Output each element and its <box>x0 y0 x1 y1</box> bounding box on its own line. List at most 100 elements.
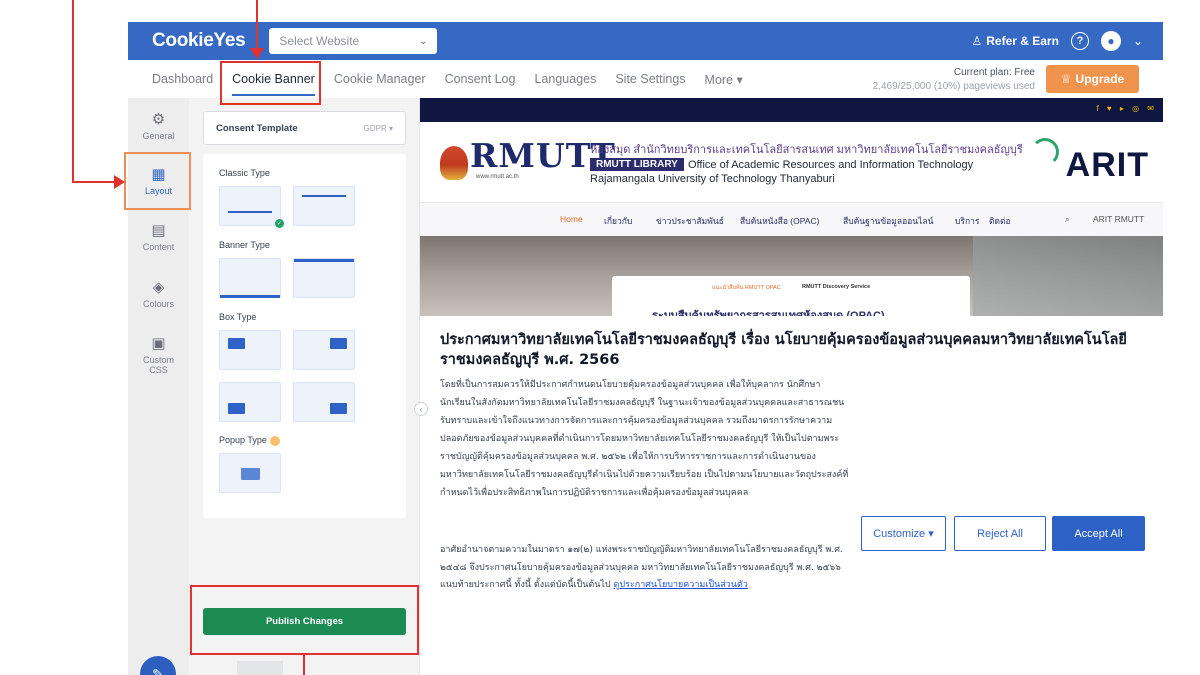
highlight-layout-item <box>124 152 191 210</box>
notice-paragraph-1: โดยที่เป็นการสมควรให้มีประกาศกำหนดนโยบาย… <box>440 380 849 498</box>
pageviews-usage: 2,469/25,000 (10%) pageviews used <box>872 81 1035 92</box>
reject-all-button[interactable]: Reject All <box>954 516 1046 551</box>
accept-all-button[interactable]: Accept All <box>1052 516 1145 551</box>
hero-tab-discovery[interactable]: RMUTT Discovery Service <box>802 284 870 290</box>
top-right-actions: ♙ Refer & Earn ? ● ⌄ <box>971 31 1143 51</box>
box-layout-top-right[interactable] <box>293 330 355 370</box>
rail-content[interactable]: ▤ Content <box>128 221 189 252</box>
privacy-policy-link[interactable]: ดูประกาศนโยบายความเป็นส่วนตัว <box>614 580 748 590</box>
website-preview: f ♥ ▸ ◎ ✉ RMUTT www.rmutt.ac.th ห้องสมุด… <box>420 98 1163 675</box>
layout-bar <box>302 195 346 197</box>
classic-layout-option-2[interactable] <box>293 186 355 226</box>
rail-label-line2: CSS <box>149 365 168 375</box>
crown-icon: ♕ <box>1060 72 1072 86</box>
classic-layout-option-1[interactable]: ✓ <box>219 186 284 228</box>
banner-layout-top[interactable] <box>293 258 355 298</box>
rail-general[interactable]: ⚙ General <box>128 110 189 141</box>
notice-title: ประกาศมหาวิทยาลัยเทคโนโลยีราชมงคลธัญบุรี… <box>440 332 1127 368</box>
site-select[interactable]: Select Website ⌄ <box>269 28 438 54</box>
layout-block <box>228 403 245 414</box>
library-english-line2: Rajamangala University of Technology Tha… <box>590 173 835 185</box>
popup-layout-option[interactable] <box>219 453 281 493</box>
nav-consent-log[interactable]: Consent Log <box>445 60 516 98</box>
library-badge: RMUTT LIBRARY <box>590 158 684 171</box>
user-icon[interactable]: ● <box>1100 31 1121 51</box>
hero-tab-opac[interactable]: แนะนำสืบค้น RMUTT OPAC <box>712 284 781 292</box>
menu-opac[interactable]: สืบค้นหนังสือ (OPAC) <box>740 214 819 228</box>
collapse-panel-icon[interactable]: ‹ <box>414 402 428 416</box>
nav-cookie-manager[interactable]: Cookie Manager <box>334 60 426 98</box>
box-layout-top-left[interactable] <box>219 330 281 370</box>
menu-databases[interactable]: สืบค้นฐานข้อมูลออนไลน์ <box>843 214 933 228</box>
library-english-line1: Office of Academic Resources and Informa… <box>688 159 974 171</box>
upgrade-button[interactable]: ♕ Upgrade <box>1046 65 1139 93</box>
menu-about[interactable]: เกี่ยวกับ <box>604 214 632 228</box>
selected-check-icon: ✓ <box>275 219 284 228</box>
person-icon: ♙ <box>971 34 983 48</box>
site-select-placeholder: Select Website <box>279 34 360 48</box>
annotation-arrow-down <box>250 48 264 59</box>
assistant-icon[interactable]: ✎ <box>140 656 176 675</box>
box-layout-bottom-left[interactable] <box>219 382 281 422</box>
chevron-down-icon[interactable]: ⌄ <box>1133 34 1143 48</box>
refer-earn-link[interactable]: ♙ Refer & Earn <box>971 34 1058 48</box>
css-icon: ▣ <box>151 335 166 352</box>
menu-services[interactable]: บริการ <box>955 214 979 228</box>
hero-search-card: แนะนำสืบค้น RMUTT OPAC RMUTT Discovery S… <box>612 276 970 322</box>
template-value: GDPR ▾ <box>363 123 393 133</box>
rail-custom-css[interactable]: ▣ Custom CSS <box>128 334 189 375</box>
menu-arit[interactable]: ARIT RMUTT <box>1093 214 1144 224</box>
consent-template-select[interactable]: Consent Template GDPR ▾ <box>203 111 406 145</box>
rail-colours[interactable]: ◈ Colours <box>128 278 189 309</box>
current-plan: Current plan: Free <box>953 67 1035 78</box>
wifi-arc-icon <box>1031 138 1059 166</box>
popup-type-text: Popup Type <box>219 435 267 445</box>
layout-block <box>241 468 260 480</box>
top-bar: CookieYes Select Website ⌄ ♙ Refer & Ear… <box>128 22 1163 60</box>
rail-label: General <box>142 131 175 141</box>
box-layout-bottom-right[interactable] <box>293 382 355 422</box>
library-header: RMUTT www.rmutt.ac.th ห้องสมุด สำนักวิทย… <box>420 122 1163 202</box>
plan-info: Current plan: Free 2,469/25,000 (10%) pa… <box>873 66 1035 94</box>
nav-dashboard[interactable]: Dashboard <box>152 60 213 98</box>
rmutt-url: www.rmutt.ac.th <box>476 174 519 180</box>
notice-paragraph-2: อาศัยอำนาจตามความในมาตรา ๑๗(๒) แห่งพระรา… <box>440 542 852 595</box>
rail-label: Colours <box>142 299 174 309</box>
cookie-banner-preview: ประกาศมหาวิทยาลัยเทคโนโลยีราชมงคลธัญบุรี… <box>420 316 1163 675</box>
layout-block <box>228 338 245 349</box>
arit-logo: ARIT <box>1065 146 1149 184</box>
layout-bar <box>294 259 354 262</box>
nav-site-settings[interactable]: Site Settings <box>615 60 685 98</box>
paint-icon: ◈ <box>152 279 165 296</box>
box-type-label: Box Type <box>219 312 257 322</box>
template-label: Consent Template <box>216 122 298 134</box>
menu-home[interactable]: Home <box>560 214 583 224</box>
nav-more[interactable]: More ▾ <box>705 60 743 98</box>
search-icon[interactable]: ⌕ <box>1065 214 1070 225</box>
banner-type-label: Banner Type <box>219 240 270 250</box>
cookieyes-logo[interactable]: CookieYes <box>152 30 246 52</box>
annotation-line-left-horizontal <box>72 181 116 183</box>
layout-block <box>330 403 347 414</box>
upgrade-label: Upgrade <box>1075 72 1125 86</box>
layout-block <box>330 338 347 349</box>
menu-contact[interactable]: ติดต่อ <box>989 214 1011 228</box>
nav-languages[interactable]: Languages <box>534 60 596 98</box>
highlight-cookie-banner-tab <box>220 61 321 105</box>
rail-label: Content <box>142 242 175 252</box>
chevron-down-icon: ⌄ <box>419 35 428 47</box>
menu-news[interactable]: ข่าวประชาสัมพันธ์ <box>656 214 724 228</box>
rail-label: Custom <box>142 355 174 365</box>
banner-layout-bottom[interactable] <box>219 258 281 298</box>
building-image <box>973 236 1163 316</box>
preview-top-strip: f ♥ ▸ ◎ ✉ <box>420 98 1163 122</box>
highlight-publish-button <box>190 585 419 655</box>
library-hero: แนะนำสืบค้น RMUTT OPAC RMUTT Discovery S… <box>420 236 1163 322</box>
annotation-line-left-vertical <box>72 0 74 183</box>
layout-bar <box>220 295 280 298</box>
library-thai-title: ห้องสมุด สำนักวิทยบริการและเทคโนโลยีสารส… <box>590 144 1023 156</box>
help-icon[interactable]: ? <box>1070 32 1089 50</box>
library-menu: Home เกี่ยวกับ ข่าวประชาสัมพันธ์ สืบค้นห… <box>420 202 1163 236</box>
refer-label: Refer & Earn <box>986 34 1059 48</box>
customize-button[interactable]: Customize ▾ <box>861 516 946 551</box>
